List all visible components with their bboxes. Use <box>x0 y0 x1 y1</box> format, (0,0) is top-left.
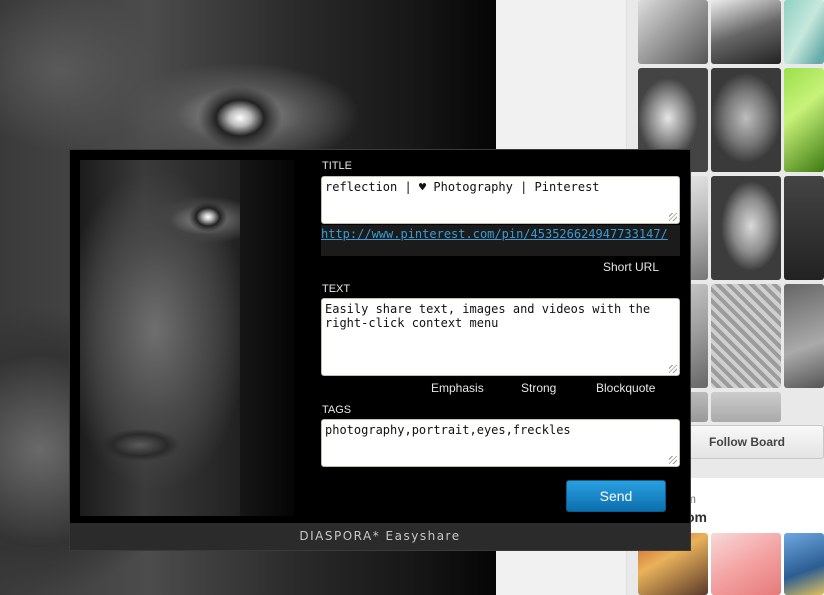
tags-label: TAGS <box>322 404 352 416</box>
resize-grip-icon[interactable] <box>669 456 677 464</box>
text-label: TEXT <box>322 283 351 295</box>
board-thumbnail[interactable] <box>784 0 824 64</box>
short-url-link[interactable]: Short URL <box>603 260 659 274</box>
emphasis-link[interactable]: Emphasis <box>431 381 484 395</box>
text-field-value: Easily share text, images and videos wit… <box>325 302 651 330</box>
board-thumbnail[interactable] <box>784 176 824 280</box>
board-thumbnail[interactable] <box>711 0 781 64</box>
title-label: TITLE <box>322 160 352 172</box>
board-thumbnail[interactable] <box>784 68 824 172</box>
title-field[interactable]: reflection | ♥ Photography | Pinterest <box>321 176 680 224</box>
resize-grip-icon[interactable] <box>669 365 677 373</box>
board-thumbnail[interactable] <box>638 0 708 64</box>
blockquote-link[interactable]: Blockquote <box>596 381 655 395</box>
board-thumbnail[interactable] <box>711 392 781 422</box>
board-thumbnail[interactable] <box>711 176 781 280</box>
preview-image <box>80 160 294 516</box>
url-row: http://www.pinterest.com/pin/45352662494… <box>321 225 680 256</box>
easyshare-dialog: TITLE reflection | ♥ Photography | Pinte… <box>69 149 691 551</box>
tags-field-value: photography,portrait,eyes,freckles <box>325 423 571 437</box>
resize-grip-icon[interactable] <box>669 213 677 221</box>
follow-board-label: Follow Board <box>709 435 785 449</box>
board-thumbnail[interactable] <box>711 68 781 172</box>
send-button[interactable]: Send <box>566 480 666 512</box>
title-field-value: reflection | ♥ Photography | Pinterest <box>325 180 600 194</box>
board-thumbnail[interactable] <box>784 533 824 595</box>
text-field[interactable]: Easily share text, images and videos wit… <box>321 298 680 376</box>
board-thumbnail[interactable] <box>784 284 824 388</box>
pin-url-link[interactable]: http://www.pinterest.com/pin/45352662494… <box>321 227 668 241</box>
follow-board-button[interactable]: Follow Board <box>686 425 824 459</box>
strong-link[interactable]: Strong <box>521 381 556 395</box>
preview-image-hair <box>240 160 294 516</box>
board-thumbnail[interactable] <box>711 284 781 388</box>
footer-title: DIASPORA* Easyshare <box>299 529 461 543</box>
dialog-footer: DIASPORA* Easyshare <box>70 523 690 550</box>
board-thumbnail[interactable] <box>711 533 781 595</box>
tags-field[interactable]: photography,portrait,eyes,freckles <box>321 419 680 467</box>
